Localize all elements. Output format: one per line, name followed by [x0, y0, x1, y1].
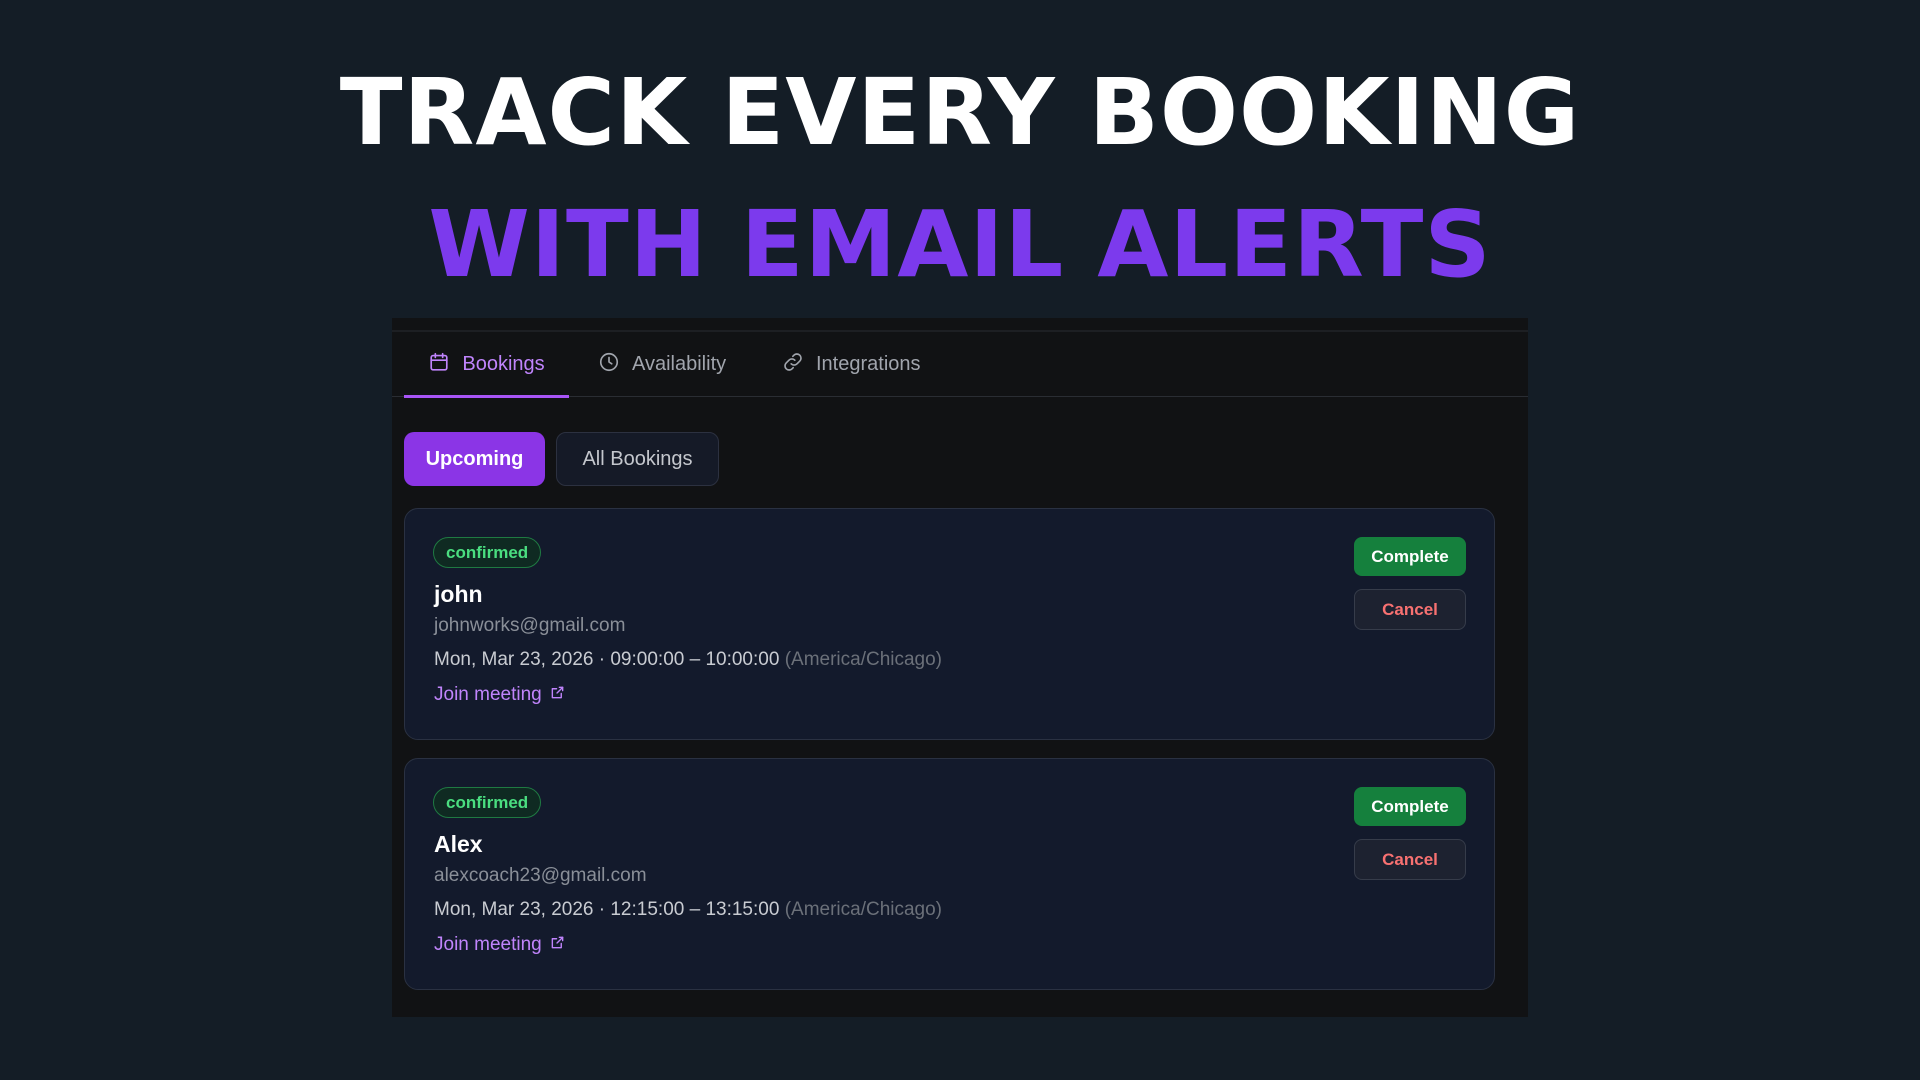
- join-meeting-link[interactable]: Join meeting: [434, 934, 565, 956]
- booking-time-range: Mon, Mar 23, 2026 · 09:00:00 – 10:00:00: [434, 649, 780, 670]
- tab-bar: Bookings Availability Integrations: [392, 332, 1528, 398]
- cancel-button[interactable]: Cancel: [1354, 839, 1466, 880]
- booking-time-range: Mon, Mar 23, 2026 · 12:15:00 – 13:15:00: [434, 899, 780, 920]
- join-meeting-label: Join meeting: [434, 934, 542, 955]
- booking-email: alexcoach23@gmail.com: [434, 865, 647, 886]
- booking-email: johnworks@gmail.com: [434, 615, 626, 636]
- calendar-icon: [428, 351, 450, 379]
- booking-datetime: Mon, Mar 23, 2026 · 09:00:00 – 10:00:00 …: [434, 649, 942, 671]
- tab-availability[interactable]: Availability: [598, 332, 726, 397]
- status-badge: confirmed: [433, 537, 542, 568]
- external-link-icon: [550, 934, 565, 956]
- bookings-panel: Bookings Availability Integrations Upcom…: [392, 318, 1528, 1017]
- booking-card: confirmed john johnworks@gmail.com Mon, …: [404, 508, 1495, 740]
- booking-name: Alex: [434, 831, 483, 857]
- link-icon: [782, 351, 804, 379]
- upcoming-filter-button[interactable]: Upcoming: [404, 432, 545, 486]
- tab-integrations-label: Integrations: [816, 353, 921, 375]
- tab-availability-label: Availability: [632, 353, 727, 375]
- headline-line-1: TRACK EVERY BOOKING: [339, 59, 1581, 166]
- headline-line-2: WITH EMAIL ALERTS: [428, 191, 1492, 298]
- complete-button[interactable]: Complete: [1354, 787, 1466, 826]
- booking-name: john: [434, 581, 483, 607]
- all-bookings-filter-button[interactable]: All Bookings: [556, 432, 719, 486]
- booking-timezone: (America/Chicago): [784, 649, 943, 670]
- booking-timezone: (America/Chicago): [784, 899, 943, 920]
- tab-bookings-label: Bookings: [462, 353, 545, 375]
- join-meeting-label: Join meeting: [434, 684, 542, 705]
- tab-bookings[interactable]: Bookings: [404, 332, 569, 398]
- booking-card: confirmed Alex alexcoach23@gmail.com Mon…: [404, 758, 1495, 990]
- cancel-button[interactable]: Cancel: [1354, 589, 1466, 630]
- booking-datetime: Mon, Mar 23, 2026 · 12:15:00 – 13:15:00 …: [434, 899, 942, 921]
- tab-integrations[interactable]: Integrations: [782, 332, 921, 397]
- join-meeting-link[interactable]: Join meeting: [434, 684, 565, 706]
- complete-button[interactable]: Complete: [1354, 537, 1466, 576]
- clock-icon: [598, 351, 620, 379]
- external-link-icon: [550, 684, 565, 706]
- status-badge: confirmed: [433, 787, 542, 818]
